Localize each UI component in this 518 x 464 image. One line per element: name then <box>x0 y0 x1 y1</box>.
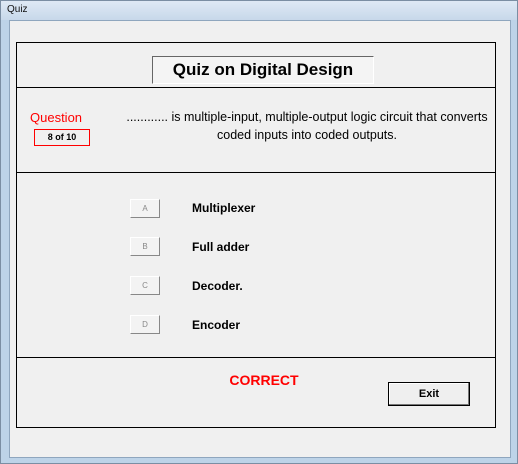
result-status: CORRECT <box>229 372 299 388</box>
question-counter: 8 of 10 <box>34 129 90 146</box>
option-a-label: Multiplexer <box>192 201 256 215</box>
quiz-title: Quiz on Digital Design <box>152 56 374 84</box>
exit-button[interactable]: Exit <box>388 382 470 406</box>
option-c-label: Decoder. <box>192 279 243 293</box>
options-panel <box>16 172 496 358</box>
option-d-label: Encoder <box>192 318 241 332</box>
question-label: Question <box>30 110 83 125</box>
option-d-button[interactable]: D <box>130 315 160 334</box>
window-title: Quiz <box>7 4 28 15</box>
question-text: ............ is multiple-input, multiple… <box>126 110 488 142</box>
option-b-button[interactable]: B <box>130 237 160 256</box>
title-bar[interactable]: Quiz <box>1 1 517 20</box>
option-b-label: Full adder <box>192 240 250 254</box>
option-a-button[interactable]: A <box>130 199 160 218</box>
option-c-button[interactable]: C <box>130 276 160 295</box>
